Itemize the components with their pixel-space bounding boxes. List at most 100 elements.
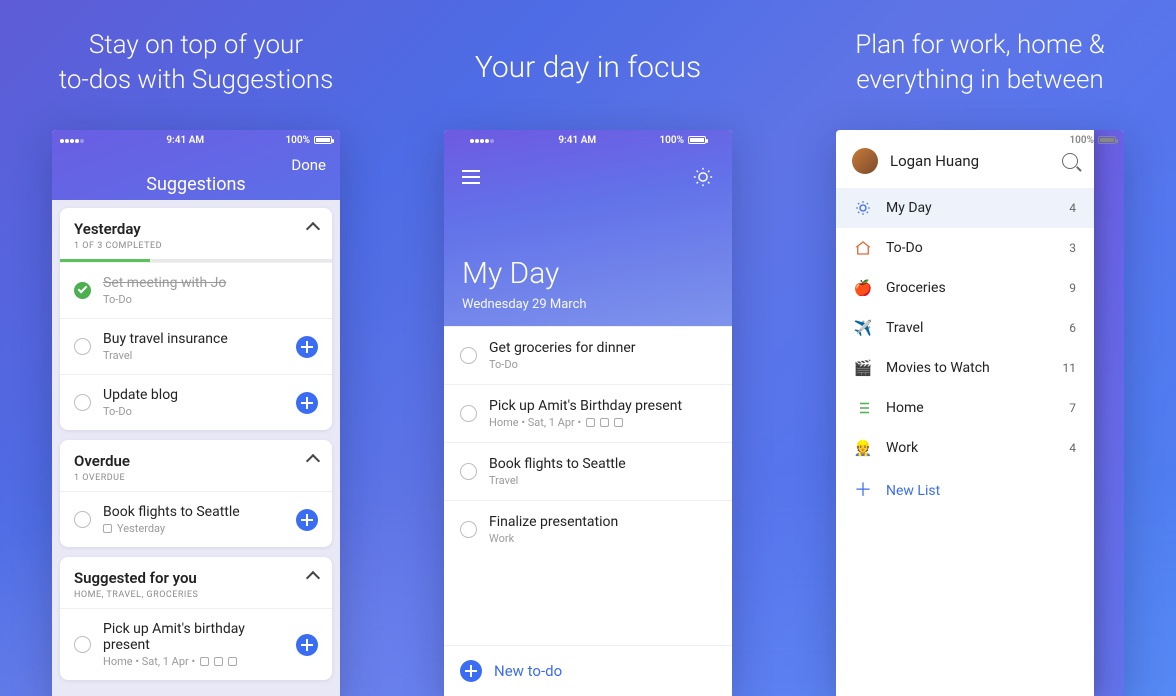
avatar <box>852 148 878 174</box>
checkbox-empty-icon[interactable] <box>460 463 477 480</box>
section-header[interactable]: Yesterday 1 OF 3 COMPLETED <box>60 208 332 259</box>
sidebar-item-travel[interactable]: ✈️ Travel 6 <box>836 308 1094 348</box>
section-title: Yesterday <box>74 220 162 238</box>
status-time: 9:41 AM <box>558 135 596 146</box>
worker-icon: 👷 <box>854 439 872 457</box>
task-subtitle: Home • Sat, 1 Apr • <box>489 416 716 429</box>
task-subtitle: Travel <box>489 474 716 487</box>
sidebar-item-count: 6 <box>1069 321 1076 335</box>
task-subtitle: To-Do <box>489 358 716 371</box>
checkbox-empty-icon[interactable] <box>74 338 91 355</box>
task-title: Set meeting with Jo <box>103 275 318 291</box>
new-todo-button[interactable]: New to-do <box>444 645 732 696</box>
task-subtitle: Yesterday <box>103 522 284 535</box>
page-date: Wednesday 29 March <box>462 297 714 312</box>
calendar-icon <box>200 657 209 666</box>
task-row[interactable]: Book flights to Seattle Travel <box>444 442 732 500</box>
sidebar-item-count: 4 <box>1069 441 1076 455</box>
plus-icon: ＋ <box>854 482 872 500</box>
sidebar-item-label: Groceries <box>886 280 946 296</box>
calendar-icon <box>103 524 112 533</box>
task-row[interactable]: Pick up Amit's Birthday present Home • S… <box>444 384 732 442</box>
task-row[interactable]: Set meeting with Jo To-Do <box>60 262 332 318</box>
battery-icon <box>688 136 706 144</box>
heading-my-day: Your day in focus <box>392 48 784 89</box>
task-row[interactable]: Get groceries for dinner To-Do <box>444 326 732 384</box>
add-button[interactable] <box>296 336 318 358</box>
task-title: Update blog <box>103 387 284 403</box>
status-battery-pct: 100% <box>659 135 684 146</box>
section-subtitle: 1 OVERDUE <box>74 473 130 483</box>
task-subtitle: Travel <box>103 349 284 362</box>
chevron-up-icon <box>306 454 320 468</box>
search-icon[interactable] <box>1062 153 1078 169</box>
task-subtitle: Work <box>489 532 716 545</box>
task-title: Finalize presentation <box>489 514 716 530</box>
sidebar-item-groceries[interactable]: 🍎 Groceries 9 <box>836 268 1094 308</box>
sidebar-item-count: 4 <box>1069 201 1076 215</box>
checkbox-empty-icon[interactable] <box>74 511 91 528</box>
status-bar: 100% <box>836 130 1124 150</box>
menu-button[interactable] <box>462 170 480 184</box>
task-row[interactable]: Finalize presentation Work <box>444 500 732 558</box>
clapper-icon: 🎬 <box>854 359 872 377</box>
task-row[interactable]: Pick up Amit's birthday present Home • S… <box>60 608 332 680</box>
page-title: My Day <box>462 256 714 291</box>
checkbox-empty-icon[interactable] <box>460 405 477 422</box>
add-button[interactable] <box>296 392 318 414</box>
sidebar-item-count: 7 <box>1069 401 1076 415</box>
sidebar-item-movies[interactable]: 🎬 Movies to Watch 11 <box>836 348 1094 388</box>
task-row[interactable]: Book flights to Seattle Yesterday <box>60 491 332 547</box>
screenshot-suggestions: 9:41 AM 100% Suggestions Done Yesterday … <box>52 130 340 696</box>
checkbox-empty-icon[interactable] <box>74 636 91 653</box>
sidebar-item-label: My Day <box>886 200 932 216</box>
calendar-icon <box>586 418 595 427</box>
lightbulb-icon[interactable] <box>692 166 714 188</box>
sidebar-item-label: Work <box>886 440 918 456</box>
add-button[interactable] <box>296 509 318 531</box>
new-todo-label: New to-do <box>494 662 562 680</box>
task-title: Buy travel insurance <box>103 331 284 347</box>
sidebar-item-home[interactable]: Home 7 <box>836 388 1094 428</box>
battery-icon <box>1098 136 1116 144</box>
status-time: 9:41 AM <box>166 135 204 146</box>
section-header[interactable]: Overdue 1 OVERDUE <box>60 440 332 491</box>
checkbox-empty-icon[interactable] <box>460 347 477 364</box>
plane-icon: ✈️ <box>854 319 872 337</box>
signal-icon <box>60 135 85 146</box>
sidebar-item-count: 11 <box>1063 361 1077 375</box>
section-title: Suggested for you <box>74 569 198 587</box>
task-title: Pick up Amit's Birthday present <box>489 398 716 414</box>
note-icon <box>614 418 623 427</box>
chevron-up-icon <box>306 571 320 585</box>
task-row[interactable]: Buy travel insurance Travel <box>60 318 332 374</box>
checkbox-empty-icon[interactable] <box>460 521 477 538</box>
plus-icon <box>460 660 482 682</box>
heading-plan: Plan for work, home & everything in betw… <box>784 28 1176 98</box>
sidebar-item-label: Movies to Watch <box>886 360 990 376</box>
home-icon <box>854 239 872 257</box>
new-list-label: New List <box>886 483 940 499</box>
section-suggested: Suggested for you HOME, TRAVEL, GROCERIE… <box>60 557 332 680</box>
new-list-button[interactable]: ＋ New List <box>836 468 1094 514</box>
chevron-up-icon <box>306 222 320 236</box>
sidebar-item-my-day[interactable]: My Day 4 <box>836 188 1094 228</box>
sidebar-item-work[interactable]: 👷 Work 4 <box>836 428 1094 468</box>
task-subtitle: To-Do <box>103 405 284 418</box>
note-icon <box>228 657 237 666</box>
sidebar-item-todo[interactable]: To-Do 3 <box>836 228 1094 268</box>
checkbox-empty-icon[interactable] <box>74 394 91 411</box>
section-header[interactable]: Suggested for you HOME, TRAVEL, GROCERIE… <box>60 557 332 608</box>
task-title: Get groceries for dinner <box>489 340 716 356</box>
task-row[interactable]: Update blog To-Do <box>60 374 332 430</box>
status-battery-pct: 100% <box>1069 135 1094 146</box>
checkbox-checked-icon[interactable] <box>74 282 91 299</box>
add-button[interactable] <box>296 634 318 656</box>
sidebar-item-count: 9 <box>1069 281 1076 295</box>
section-subtitle: 1 OF 3 COMPLETED <box>74 241 162 251</box>
sidebar-item-count: 3 <box>1069 241 1076 255</box>
section-subtitle: HOME, TRAVEL, GROCERIES <box>74 590 198 600</box>
task-title: Pick up Amit's birthday present <box>103 621 284 653</box>
done-button[interactable]: Done <box>291 156 326 174</box>
status-bar: 9:41 AM 100% <box>52 130 340 150</box>
